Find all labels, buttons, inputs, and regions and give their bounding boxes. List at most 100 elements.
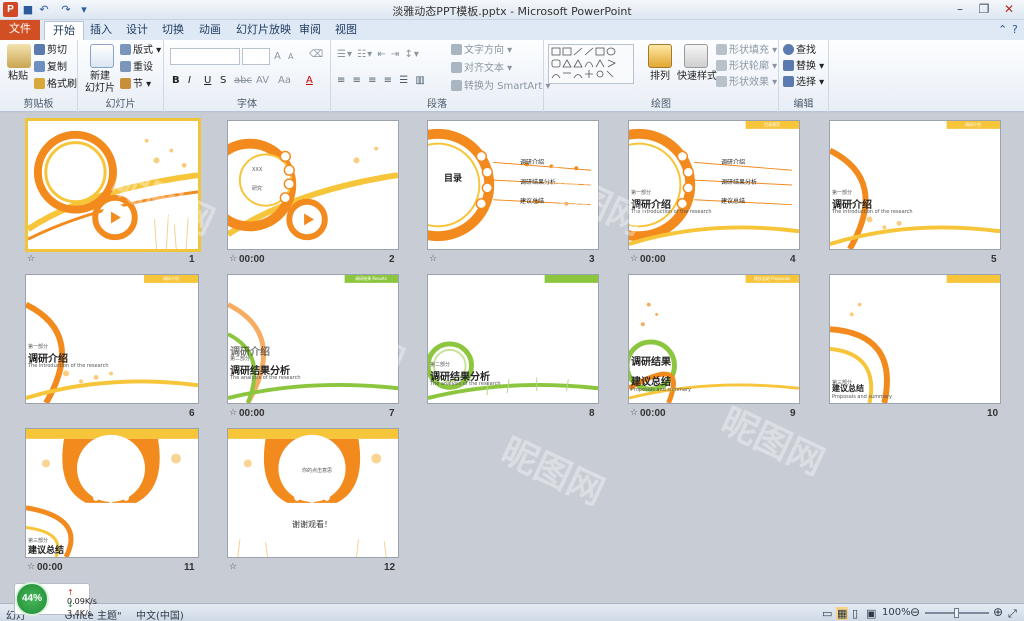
cut-button[interactable]: 剪切: [34, 44, 67, 57]
section-button[interactable]: 节 ▾: [120, 78, 151, 91]
slide-thumbnail-8[interactable]: 第二部分 调研结果分析 The analysis of the research: [427, 274, 599, 404]
slide-thanks: 谢谢观看！: [292, 520, 332, 529]
format-painter-button[interactable]: 格式刷: [34, 78, 77, 91]
change-case-button[interactable]: Aa: [278, 74, 291, 87]
reset-button[interactable]: 重设: [120, 61, 153, 74]
slide-thumbnail-10[interactable]: 第三部分 建议总结 Proposals and summary: [829, 274, 1001, 404]
tab-view[interactable]: 视图: [327, 21, 365, 40]
slide-thumbnail-2[interactable]: XXX 研究: [227, 120, 399, 250]
zoom-level[interactable]: 100%: [882, 607, 911, 618]
language-indicator[interactable]: 中文(中国): [136, 607, 184, 621]
group-drawing: 排列 快速样式 形状填充 ▾ 形状轮廓 ▾ 形状效果 ▾ 绘图: [544, 40, 779, 112]
align-text-button[interactable]: 对齐文本 ▾: [451, 62, 512, 75]
slide-thumbnail-9[interactable]: 建议总结 Proposals 调研结果 建议总结 Proposals and s…: [628, 274, 800, 404]
text-direction-button[interactable]: 文字方向 ▾: [451, 44, 512, 57]
slide-number: 11: [184, 562, 195, 573]
slide-graphic: [830, 121, 1000, 249]
slide-thumbnail-12[interactable]: 你的点击意思 谢谢观看！: [227, 428, 399, 558]
customize-qat-icon[interactable]: ▾: [76, 2, 92, 18]
normal-view-icon[interactable]: ▭: [822, 607, 832, 620]
paste-icon[interactable]: [7, 44, 31, 68]
quick-styles-button[interactable]: 快速样式: [677, 70, 717, 83]
slide-thumbnail-7[interactable]: 调研结果 Results 调研介绍 第二部分 调研结果分析 The analys…: [227, 274, 399, 404]
slide-thumbnail-3[interactable]: 目录 调研介绍 调研结果分析 建议总结: [427, 120, 599, 250]
slide-part: 第一部分: [832, 190, 853, 196]
tab-transitions[interactable]: 切换: [154, 21, 192, 40]
tab-animations[interactable]: 动画: [191, 21, 229, 40]
find-button[interactable]: 查找: [783, 44, 816, 57]
slide-timing: 00:00: [239, 408, 265, 419]
slide-subtitle: The introduction of the research: [631, 209, 712, 215]
animation-star-icon: ☆: [429, 254, 438, 264]
slide-tag: 建议总结 Proposals: [753, 276, 791, 281]
clear-format-icon[interactable]: ⌫: [309, 48, 323, 61]
bold-button[interactable]: B: [172, 74, 180, 87]
slide-number: 5: [991, 254, 997, 265]
slide-number: 7: [389, 408, 395, 419]
zoom-out-icon[interactable]: ⊖: [910, 605, 920, 619]
fit-window-icon[interactable]: ⤢: [1008, 607, 1017, 621]
layout-icon: [120, 44, 131, 55]
replace-button[interactable]: 替换 ▾: [783, 60, 824, 73]
select-button[interactable]: 选择 ▾: [783, 76, 824, 89]
undo-icon[interactable]: ↶: [36, 2, 52, 18]
slide-menu-item: 调研介绍: [721, 159, 746, 166]
char-spacing-button[interactable]: AV: [256, 74, 269, 87]
arrange-button[interactable]: 排列: [650, 70, 670, 83]
italic-button[interactable]: I: [188, 74, 191, 87]
bullets-icon[interactable]: ☰▾ ☷▾ ⇤ ⇥ ↕▾: [337, 48, 420, 61]
slide-timing: 00:00: [37, 562, 63, 573]
shapes-gallery[interactable]: [548, 44, 634, 84]
font-name-combobox[interactable]: [170, 48, 240, 65]
shape-fill-button[interactable]: 形状填充 ▾: [716, 44, 777, 57]
layout-button[interactable]: 版式 ▾: [120, 44, 161, 57]
slide-sorter-view[interactable]: ☆ 1 XXX 研究 ☆ 00:00 2 目录 调研介绍 调研结果分析 建议总结…: [0, 113, 1024, 603]
slide-thumbnail-5[interactable]: 调研介绍 第一部分 调研介绍 The introduction of the r…: [829, 120, 1001, 250]
redo-icon[interactable]: ↷: [58, 2, 74, 18]
new-slide-label[interactable]: 幻灯片: [85, 82, 115, 95]
reading-view-icon[interactable]: ▯: [852, 607, 858, 620]
tab-slideshow[interactable]: 幻灯片放映: [228, 21, 299, 40]
help-icon[interactable]: ?: [1004, 21, 1024, 40]
powerpoint-app-icon[interactable]: P: [3, 2, 18, 17]
slide-title: 调研结果: [631, 357, 671, 368]
shape-effects-button[interactable]: 形状效果 ▾: [716, 76, 777, 89]
shape-outline-button[interactable]: 形状轮廓 ▾: [716, 60, 777, 73]
restore-icon[interactable]: ❐: [972, 1, 996, 18]
close-icon[interactable]: ✕: [997, 1, 1021, 18]
shrink-font-button[interactable]: A: [288, 50, 293, 63]
underline-button[interactable]: U: [204, 74, 211, 87]
slideshow-view-icon[interactable]: ▣: [866, 607, 876, 620]
tab-design[interactable]: 设计: [118, 21, 156, 40]
tab-insert[interactable]: 插入: [82, 21, 120, 40]
tab-home[interactable]: 开始: [44, 21, 84, 40]
quick-styles-icon[interactable]: [684, 44, 708, 68]
strikethrough-button[interactable]: abc: [234, 74, 252, 87]
save-icon[interactable]: ■: [20, 2, 36, 18]
scissors-icon: [34, 44, 45, 55]
smartart-button[interactable]: 转换为 SmartArt ▾: [451, 80, 551, 93]
new-slide-icon[interactable]: [90, 44, 114, 68]
slide-thumbnail-11[interactable]: 第三部分 建议总结: [25, 428, 199, 558]
window-title: 淡雅动态PPT模板.pptx - Microsoft PowerPoint: [392, 5, 632, 18]
network-percent-badge[interactable]: 44%: [15, 582, 49, 616]
tab-file[interactable]: 文件: [0, 20, 40, 40]
shadow-button[interactable]: S: [220, 74, 226, 87]
minimize-icon[interactable]: –: [948, 1, 972, 18]
paste-button[interactable]: 粘贴: [8, 70, 28, 83]
slide-subtitle: The introduction of the research: [28, 363, 109, 369]
grow-font-button[interactable]: A: [274, 50, 281, 63]
slide-sorter-view-icon[interactable]: ▦: [836, 607, 849, 620]
zoom-in-icon[interactable]: ⊕: [993, 605, 1003, 619]
slide-thumbnail-1[interactable]: [25, 118, 201, 252]
tab-review[interactable]: 审阅: [291, 21, 329, 40]
font-color-button[interactable]: A: [306, 74, 313, 87]
slide-thumbnail-6[interactable]: 调研介绍 第一部分 调研介绍 The introduction of the r…: [25, 274, 199, 404]
zoom-slider-thumb[interactable]: [954, 608, 959, 618]
align-buttons[interactable]: ≡ ≡ ≡ ≡ ☰ ▥: [337, 74, 427, 87]
slide-thumbnail-4[interactable]: 目录规范 第一部分 调研介绍 The introduction of the r…: [628, 120, 800, 250]
cursor-icon: [783, 76, 794, 87]
arrange-icon[interactable]: [648, 44, 672, 68]
copy-button[interactable]: 复制: [34, 61, 67, 74]
font-size-combobox[interactable]: [242, 48, 270, 65]
